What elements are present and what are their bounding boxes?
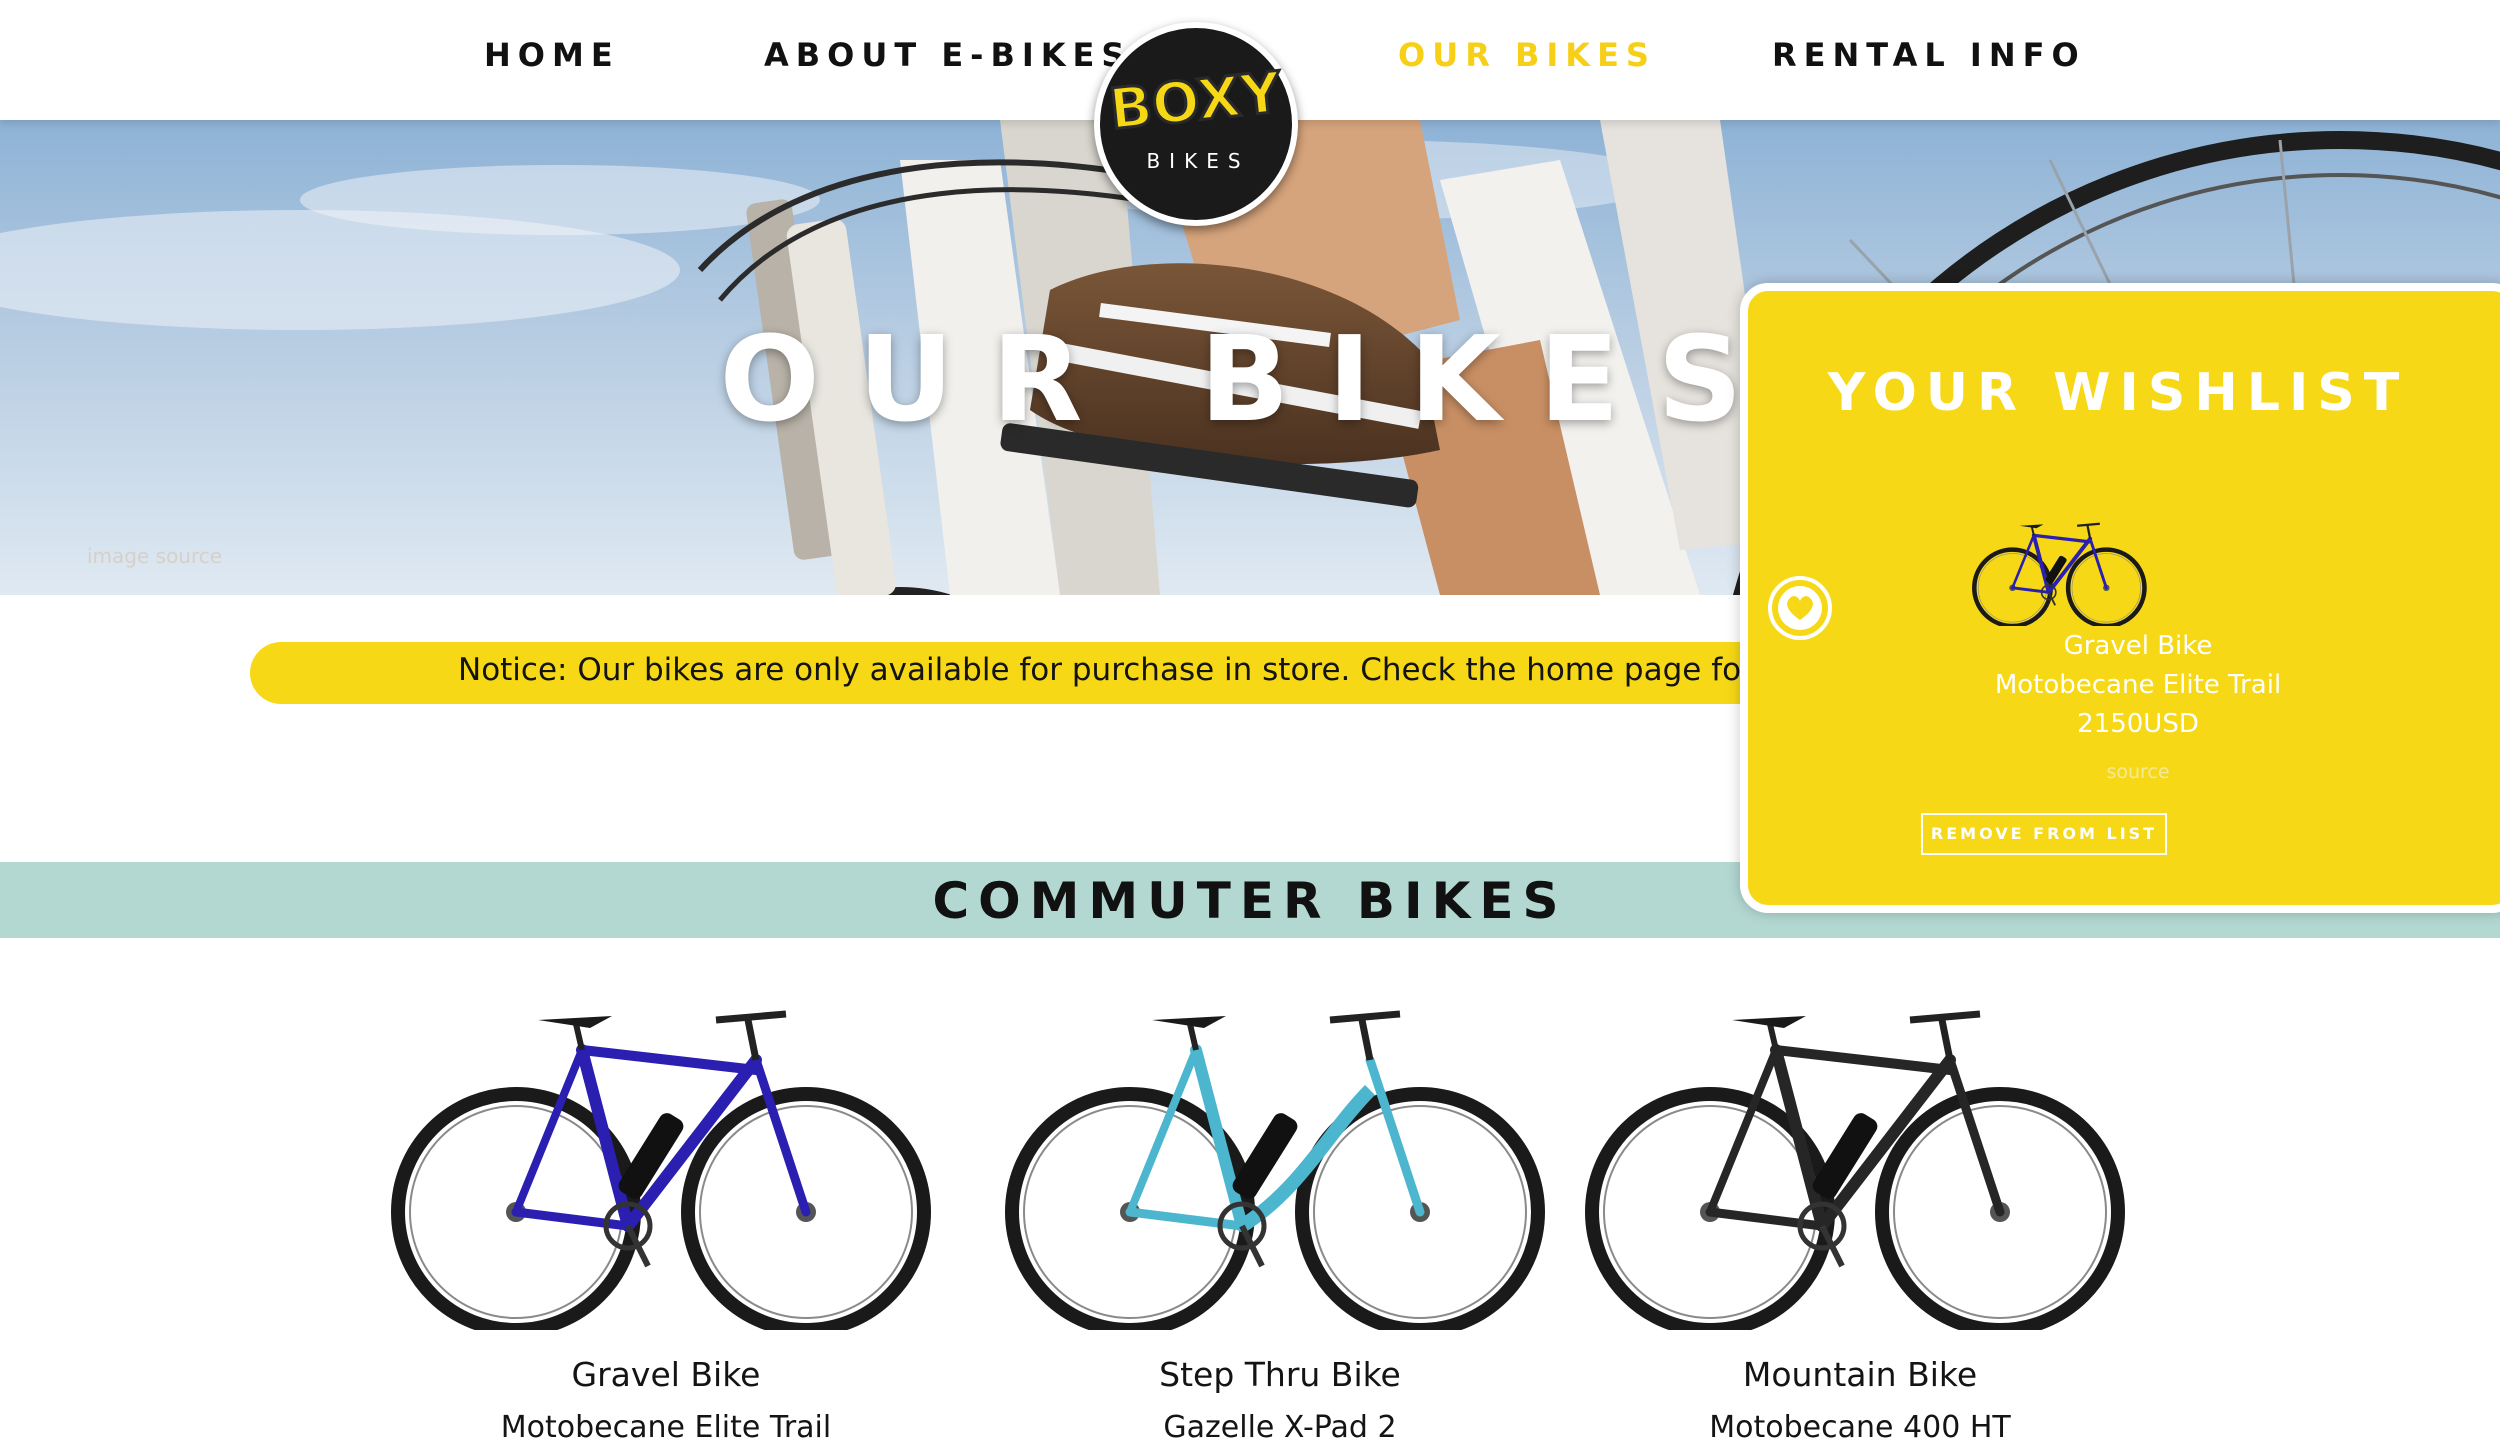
image-source-link[interactable]: image source — [87, 544, 222, 568]
logo-subtitle: BIKES — [1146, 149, 1249, 173]
wishlist-source-link[interactable]: source — [1908, 761, 2368, 783]
notice-text: Notice: Our bikes are only available for… — [458, 652, 1803, 688]
product-card-mountain[interactable]: Mountain Bike Motobecane 400 HT — [1580, 990, 2140, 1445]
heart-icon — [1778, 586, 1822, 630]
wishlist-title: YOUR WISHLIST — [1827, 363, 2409, 423]
step-thru-bike-image — [1005, 1010, 1545, 1330]
nav-home-link[interactable]: HOME — [484, 36, 620, 74]
wishlist-item-category: Gravel Bike — [2063, 631, 2213, 661]
wishlist-bike-image — [1972, 522, 2147, 626]
product-model: Gazelle X-Pad 2 — [1163, 1410, 1397, 1445]
product-model: Motobecane Elite Trail — [500, 1410, 832, 1445]
logo-wordmark: BOXY — [1106, 60, 1285, 143]
gravel-bike-image — [391, 1010, 931, 1330]
product-category: Step Thru Bike — [1159, 1355, 1401, 1394]
wishlist-panel: YOUR WISHLIST Gravel Bike Motobecane Eli… — [1740, 283, 2500, 913]
product-model: Motobecane 400 HT — [1709, 1410, 2011, 1445]
product-category: Gravel Bike — [571, 1355, 761, 1394]
product-category: Mountain Bike — [1742, 1355, 1978, 1394]
wishlist-item-model: Motobecane Elite Trail — [1994, 670, 2282, 700]
boxy-bikes-logo[interactable]: BOXY BIKES — [1094, 22, 1298, 226]
nav-about-link[interactable]: ABOUT E-BIKES — [764, 36, 1131, 74]
product-card-step-thru[interactable]: Step Thru Bike Gazelle X-Pad 2 — [1000, 990, 1560, 1445]
remove-from-list-button[interactable]: REMOVE FROM LIST — [1921, 813, 2167, 855]
mountain-bike-image — [1585, 1010, 2125, 1330]
logo-graphic: BOXY BIKES — [1105, 59, 1287, 173]
nav-rental-link[interactable]: RENTAL INFO — [1772, 36, 2086, 74]
nav-our-bikes-link[interactable]: OUR BIKES — [1398, 36, 1656, 74]
wishlist-item-price: 2150USD — [2077, 709, 2199, 739]
wishlist-heart-toggle[interactable] — [1768, 576, 1832, 640]
product-card-gravel[interactable]: Gravel Bike Motobecane Elite Trail — [386, 990, 946, 1445]
